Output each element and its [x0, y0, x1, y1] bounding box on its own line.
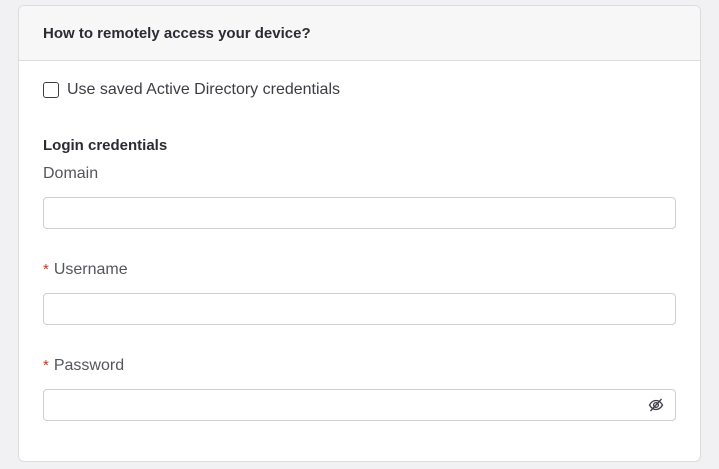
card-title: How to remotely access your device? — [43, 24, 311, 42]
use-saved-credentials-label[interactable]: Use saved Active Directory credentials — [67, 81, 340, 99]
required-asterisk: * — [43, 357, 49, 374]
use-saved-credentials-checkbox[interactable] — [43, 82, 59, 98]
remote-access-card: How to remotely access your device? Use … — [18, 5, 701, 462]
domain-input[interactable] — [43, 197, 676, 229]
domain-label: Domain — [43, 165, 99, 182]
eye-slash-icon[interactable] — [648, 397, 664, 413]
required-asterisk: * — [43, 261, 49, 278]
login-credentials-title: Login credentials — [43, 137, 168, 154]
username-input[interactable] — [43, 293, 676, 325]
password-label: * Password — [43, 357, 125, 374]
password-input[interactable] — [43, 389, 676, 421]
username-label: * Username — [43, 261, 128, 278]
card-header: How to remotely access your device? — [19, 6, 700, 61]
use-saved-credentials-row[interactable]: Use saved Active Directory credentials — [43, 81, 340, 99]
